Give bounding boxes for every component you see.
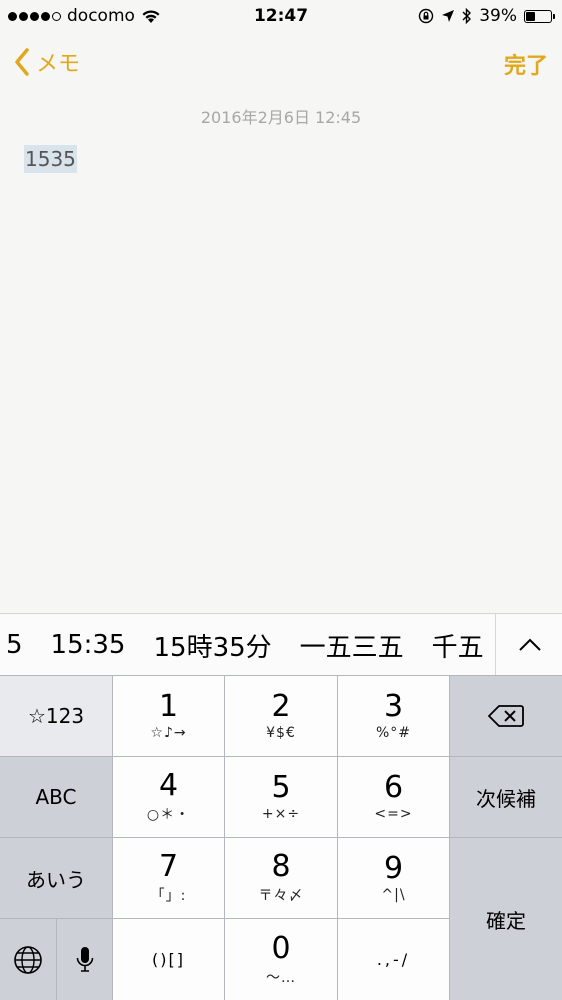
key-number: 8 <box>271 849 291 884</box>
key-symbols: +×÷ <box>261 806 301 822</box>
chevron-up-icon <box>518 638 541 651</box>
key-5[interactable]: 5 +×÷ <box>225 757 337 837</box>
key-punctuation[interactable]: .,-/ <box>338 919 449 1000</box>
candidate-item[interactable]: 5 <box>0 630 37 660</box>
key-symbols: ¥$€ <box>266 725 296 741</box>
symbol-mode-label: ☆123 <box>27 704 85 728</box>
backspace-icon <box>488 705 524 727</box>
back-button-label: メモ <box>36 52 81 77</box>
status-bar: docomo 12:47 39% <box>0 0 562 32</box>
battery-percent: 39% <box>479 6 517 26</box>
key-symbols: ()[] <box>152 950 185 969</box>
bluetooth-icon <box>462 8 472 24</box>
kana-mode-key[interactable]: あいう <box>0 838 112 918</box>
symbol-mode-key[interactable]: ☆123 <box>0 676 112 756</box>
kana-mode-label: あいう <box>26 867 86 892</box>
key-number: 0 <box>271 930 291 966</box>
key-3[interactable]: 3 %°# <box>338 676 449 756</box>
candidate-item[interactable]: 千五 <box>418 627 495 664</box>
done-button[interactable]: 完了 <box>504 48 548 80</box>
key-1[interactable]: 1 ☆♪→ <box>113 676 224 756</box>
key-0[interactable]: 0 〜… <box>225 919 337 1000</box>
key-symbols: <=> <box>374 806 413 822</box>
key-symbols: .,-/ <box>376 950 411 969</box>
next-candidate-key[interactable]: 次候補 <box>450 757 562 837</box>
candidate-bar: 5 15:35 15時35分 一五三五 千五 <box>0 613 562 676</box>
location-icon <box>442 10 455 22</box>
confirm-label: 確定 <box>486 908 526 933</box>
candidate-item[interactable]: 15時35分 <box>139 627 285 664</box>
key-symbols: %°# <box>375 725 412 741</box>
key-number: 4 <box>158 768 179 803</box>
candidate-item[interactable]: 15:35 <box>37 630 140 660</box>
globe-key[interactable] <box>0 919 56 1000</box>
battery-icon <box>524 9 555 23</box>
key-number: 5 <box>271 770 291 805</box>
key-number: 7 <box>158 849 179 884</box>
key-6[interactable]: 6 <=> <box>338 757 449 837</box>
key-symbols: ^|\ <box>381 887 406 903</box>
note-text-area[interactable]: 1535 <box>24 145 77 173</box>
key-number: 3 <box>383 689 404 724</box>
key-number: 1 <box>158 689 179 724</box>
microphone-icon <box>76 946 93 972</box>
key-symbols: ☆♪→ <box>150 725 187 741</box>
delete-key[interactable] <box>450 676 562 756</box>
key-symbols: 〒々〆 <box>258 888 304 904</box>
note-text: 1535 <box>24 145 77 173</box>
globe-icon <box>14 945 42 974</box>
key-number: 2 <box>271 689 291 724</box>
candidate-item[interactable]: 一五三五 <box>286 627 418 664</box>
confirm-key[interactable]: 確定 <box>450 838 562 1000</box>
candidate-list: 5 15:35 15時35分 一五三五 千五 <box>0 614 495 676</box>
key-number: 6 <box>383 770 404 805</box>
key-7[interactable]: 7 「」: <box>113 838 224 918</box>
chevron-left-icon <box>15 48 29 76</box>
key-2[interactable]: 2 ¥$€ <box>225 676 337 756</box>
dictation-key[interactable] <box>57 919 112 1000</box>
status-right: 39% <box>418 6 555 26</box>
abc-mode-label: ABC <box>35 785 77 809</box>
key-8[interactable]: 8 〒々〆 <box>225 838 337 918</box>
next-candidate-label: 次候補 <box>476 786 536 811</box>
key-symbols: 〜… <box>266 969 296 986</box>
expand-candidates-button[interactable] <box>495 614 562 676</box>
abc-mode-key[interactable]: ABC <box>0 757 112 837</box>
back-button[interactable]: メモ <box>14 46 80 78</box>
orientation-lock-icon <box>419 8 434 24</box>
keyboard: ☆123 1 ☆♪→ 2 ¥$€ 3 %°# ABC 4 ○＊・ 5 +×÷ 6… <box>0 675 562 1000</box>
key-number: 9 <box>383 851 404 886</box>
key-symbols: 「」: <box>150 888 187 904</box>
key-brackets[interactable]: ()[] <box>113 919 224 1000</box>
nav-bar: メモ 完了 <box>0 36 562 90</box>
key-9[interactable]: 9 ^|\ <box>338 838 449 918</box>
key-4[interactable]: 4 ○＊・ <box>113 757 224 837</box>
key-symbols: ○＊・ <box>146 807 191 823</box>
note-date: 2016年2月6日 12:45 <box>200 108 362 127</box>
